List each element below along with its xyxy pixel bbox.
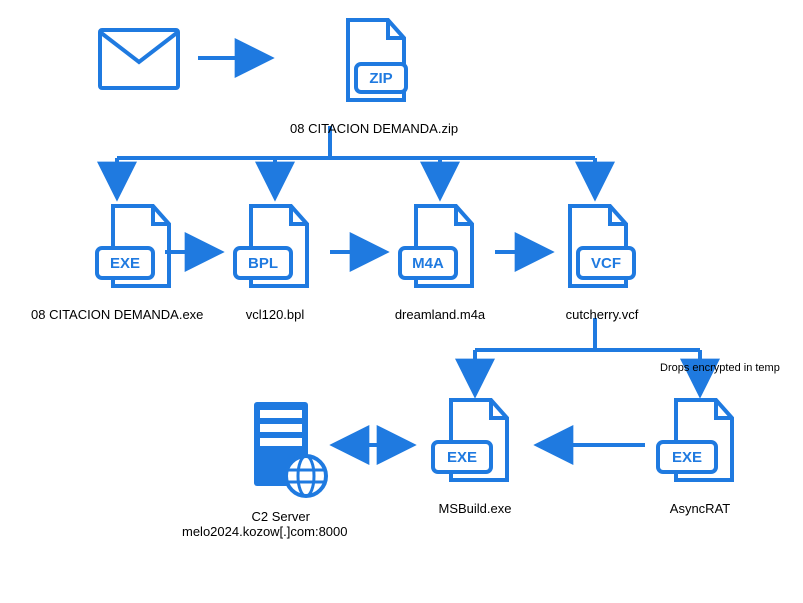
asyncrat-badge: EXE <box>672 449 702 466</box>
c2-node: C2 Server melo2024.kozow[.]com:8000 <box>214 398 347 539</box>
m4a-badge: M4A <box>412 255 444 272</box>
m4a-label: dreamland.m4a <box>394 307 486 322</box>
bpl-node: BPL vcl120.bpl <box>229 204 321 322</box>
exe-label: 08 CITACION DEMANDA.exe <box>31 307 203 322</box>
file-bpl-icon: BPL <box>229 204 321 296</box>
vcf-node: VCF cutcherry.vcf <box>556 204 648 322</box>
bpl-label: vcl120.bpl <box>229 307 321 322</box>
c2-label1: C2 Server <box>214 509 347 524</box>
file-zip-icon: ZIP <box>334 18 414 110</box>
msbuild-badge: EXE <box>447 449 477 466</box>
zip-label: 08 CITACION DEMANDA.zip <box>290 121 458 136</box>
msbuild-label: MSBuild.exe <box>425 501 525 516</box>
asyncrat-label: AsyncRAT <box>650 501 750 516</box>
c2-label2: melo2024.kozow[.]com:8000 <box>182 524 347 539</box>
m4a-node: M4A dreamland.m4a <box>394 204 486 322</box>
file-asyncrat-icon: EXE <box>650 398 750 490</box>
vcf-badge: VCF <box>591 255 621 272</box>
file-vcf-icon: VCF <box>556 204 648 296</box>
zip-node: ZIP 08 CITACION DEMANDA.zip <box>290 18 458 136</box>
vcf-label: cutcherry.vcf <box>556 307 648 322</box>
bpl-badge: BPL <box>248 255 278 272</box>
file-msbuild-icon: EXE <box>425 398 525 490</box>
exe-node: EXE 08 CITACION DEMANDA.exe <box>71 204 203 322</box>
email-icon <box>98 28 180 90</box>
exe-badge: EXE <box>110 255 140 272</box>
drops-label: Drops encrypted in temp <box>660 362 780 374</box>
asyncrat-node: EXE AsyncRAT <box>650 398 750 516</box>
msbuild-node: EXE MSBuild.exe <box>425 398 525 516</box>
server-icon <box>226 398 336 498</box>
email-node <box>98 28 180 95</box>
file-exe-icon: EXE <box>91 204 183 296</box>
zip-badge: ZIP <box>369 70 392 87</box>
file-m4a-icon: M4A <box>394 204 486 296</box>
